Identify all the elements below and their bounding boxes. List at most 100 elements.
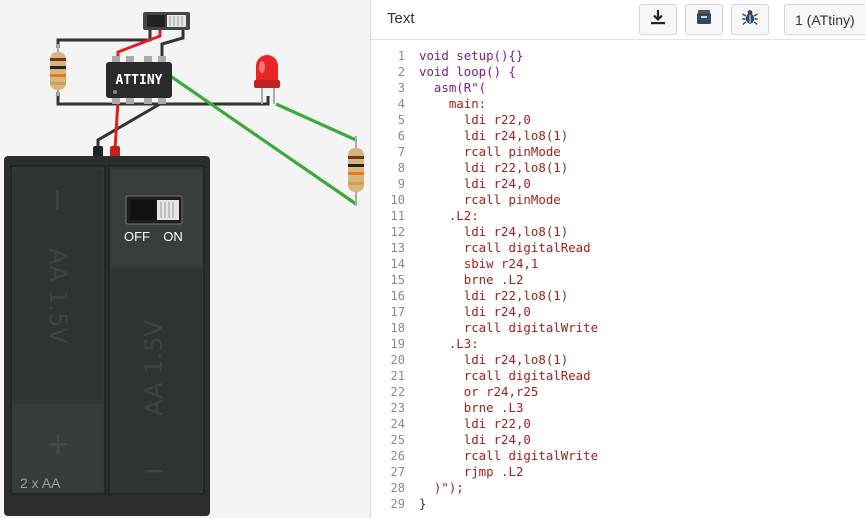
wire-green-led-resistor[interactable] xyxy=(275,102,357,142)
line-number: 9 xyxy=(397,177,405,191)
line-number: 19 xyxy=(390,337,405,351)
code-editor[interactable]: 1 void setup(){} 2 void loop() {3 asm(R"(4 … xyxy=(371,44,865,518)
code-text: main: xyxy=(419,96,487,111)
code-line[interactable]: 16 ldi r22,lo8(1) xyxy=(371,288,865,304)
line-number: 7 xyxy=(397,145,405,159)
code-text: or r24,r25 xyxy=(419,384,539,399)
code-line[interactable]: 28 )"); xyxy=(371,480,865,496)
code-text: ldi r24,0 xyxy=(419,304,531,319)
code-line[interactable]: 10 rcall pinMode xyxy=(371,192,865,208)
code-text: ldi r24,0 xyxy=(419,432,531,447)
line-number: 26 xyxy=(390,449,405,463)
device-select[interactable]: 1 (ATtiny) xyxy=(784,4,865,35)
code-text: asm(R"( xyxy=(419,80,487,95)
line-number: 2 xyxy=(397,65,405,79)
code-text: ldi r22,0 xyxy=(419,112,531,127)
code-text: ldi r24,lo8(1) xyxy=(419,128,569,143)
code-text: rcall digitalRead xyxy=(419,368,591,383)
code-line[interactable]: 19 .L3: xyxy=(371,336,865,352)
line-number: 12 xyxy=(390,225,405,239)
code-line[interactable]: 9 ldi r24,0 xyxy=(371,176,865,192)
line-number: 13 xyxy=(390,241,405,255)
code-text: .L2: xyxy=(419,208,479,223)
line-number: 20 xyxy=(390,353,405,367)
code-line[interactable]: 22 or r24,r25 xyxy=(371,384,865,400)
wire-red-switch-chip[interactable] xyxy=(116,30,162,60)
line-number: 11 xyxy=(390,209,405,223)
line-number: 16 xyxy=(390,289,405,303)
code-line[interactable]: 21 rcall digitalRead xyxy=(371,368,865,384)
line-number: 8 xyxy=(397,161,405,175)
code-mode-label[interactable]: Text xyxy=(387,10,415,27)
code-line[interactable]: 24 ldi r22,0 xyxy=(371,416,865,432)
code-text: brne .L2 xyxy=(419,272,524,287)
code-line[interactable]: 3 asm(R"( xyxy=(371,80,865,96)
line-number: 21 xyxy=(390,369,405,383)
code-text: rcall digitalRead xyxy=(419,240,591,255)
code-line[interactable]: 1 void setup(){} xyxy=(371,48,865,64)
code-line[interactable]: 2 void loop() { xyxy=(371,64,865,80)
code-text: } xyxy=(419,496,427,511)
code-text: brne .L3 xyxy=(419,400,524,415)
line-number: 23 xyxy=(390,401,405,415)
resistor-right[interactable] xyxy=(348,136,364,206)
code-line[interactable]: 4 main: xyxy=(371,96,865,112)
code-line[interactable]: 14 sbiw r24,1 xyxy=(371,256,865,272)
libraries-icon xyxy=(695,8,713,31)
code-line[interactable]: 23 brne .L3 xyxy=(371,400,865,416)
chip-label: ATTINY xyxy=(116,73,163,88)
wire-red-chip-battery[interactable] xyxy=(113,99,120,151)
battery-minus-left: − xyxy=(40,187,75,212)
code-line[interactable]: 17 ldi r24,0 xyxy=(371,304,865,320)
line-number: 27 xyxy=(390,465,405,479)
code-line[interactable]: 26 rcall digitalWrite xyxy=(371,448,865,464)
code-toolbar: Text 1 (ATtiny) xyxy=(371,0,865,40)
code-text: .L3: xyxy=(419,336,479,351)
code-line[interactable]: 11 .L2: xyxy=(371,208,865,224)
resistor-left[interactable] xyxy=(50,44,66,96)
code-line[interactable]: 20 ldi r24,lo8(1) xyxy=(371,352,865,368)
line-number: 1 xyxy=(397,49,405,63)
code-line[interactable]: 27 rjmp .L2 xyxy=(371,464,865,480)
line-number: 18 xyxy=(390,321,405,335)
code-line[interactable]: 18 rcall digitalWrite xyxy=(371,320,865,336)
wire-black-switch-chip[interactable] xyxy=(160,30,185,60)
libraries-button[interactable] xyxy=(685,4,723,35)
code-text: ldi r24,lo8(1) xyxy=(419,352,569,367)
code-text: rcall digitalWrite xyxy=(419,448,599,463)
code-line[interactable]: 5 ldi r22,0 xyxy=(371,112,865,128)
battery-cell-right-label: AA 1.5V xyxy=(140,320,168,416)
slide-switch[interactable] xyxy=(143,12,190,30)
line-number: 3 xyxy=(397,81,405,95)
line-number: 22 xyxy=(390,385,405,399)
code-line[interactable]: 8 ldi r22,lo8(1) xyxy=(371,160,865,176)
code-line[interactable]: 29} xyxy=(371,496,865,512)
line-number: 10 xyxy=(390,193,405,207)
code-line[interactable]: 12 ldi r24,lo8(1) xyxy=(371,224,865,240)
code-line[interactable]: 15 brne .L2 xyxy=(371,272,865,288)
code-line[interactable]: 13 rcall digitalRead xyxy=(371,240,865,256)
code-line[interactable]: 7 rcall pinMode xyxy=(371,144,865,160)
line-number: 29 xyxy=(390,497,405,511)
line-number: 17 xyxy=(390,305,405,319)
battery-power-switch[interactable] xyxy=(125,195,183,225)
debugger-button[interactable] xyxy=(731,4,769,35)
code-panel: Text 1 (ATtiny) 1 void setup(){} 2 void … xyxy=(370,0,865,518)
attiny-chip[interactable]: ATTINY xyxy=(106,56,172,104)
wire-black-chip-battery[interactable] xyxy=(96,102,161,152)
code-line[interactable]: 6 ldi r24,lo8(1) xyxy=(371,128,865,144)
code-text: rcall pinMode xyxy=(419,192,561,207)
code-text: ldi r22,0 xyxy=(419,416,531,431)
line-number: 6 xyxy=(397,129,405,143)
code-text: rjmp .L2 xyxy=(419,464,524,479)
battery-pack[interactable]: − AA 1.5V + AA 1.5V − OFF ON 2 x AA xyxy=(4,146,210,516)
code-line[interactable]: 25 ldi r24,0 xyxy=(371,432,865,448)
line-number: 4 xyxy=(397,97,405,111)
battery-switch-off-label: OFF xyxy=(124,229,150,244)
battery-switch-on-label: ON xyxy=(163,229,183,244)
circuit-canvas[interactable]: ATTINY − AA 1.5V + AA 1.5V − OFF ON 2 x … xyxy=(0,0,370,518)
code-text: rcall digitalWrite xyxy=(419,320,599,335)
battery-cell-left-label: AA 1.5V xyxy=(44,248,72,344)
battery-minus-right: − xyxy=(142,454,165,487)
download-button[interactable] xyxy=(639,4,677,35)
